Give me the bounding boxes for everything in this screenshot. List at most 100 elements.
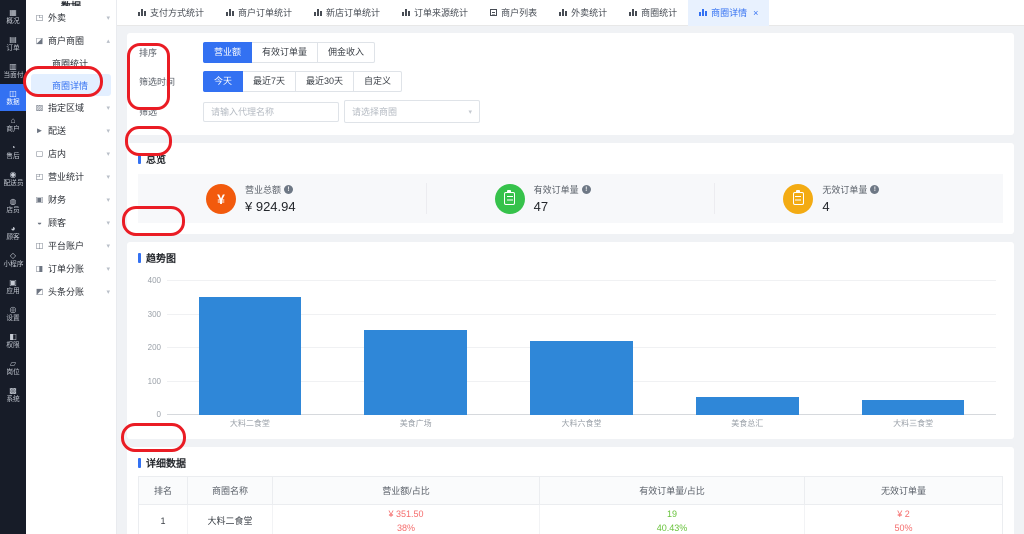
sidebar-item-label: 店内 [48, 147, 66, 160]
stat-label-text: 营业总额 [245, 183, 281, 196]
bar-4[interactable] [862, 400, 965, 415]
sidebar-item-label: 顾客 [48, 216, 66, 229]
column-header: 排名 [139, 477, 188, 505]
stat-1: 有效订单量!47 [427, 183, 716, 214]
sidebar-item-business-circle[interactable]: ◪商户商圈▴ [26, 29, 116, 52]
rail-item-settings[interactable]: ◎设置 [0, 300, 26, 327]
rail-item-customer[interactable]: ◕顾客 [0, 219, 26, 246]
time-button-group: 今天最近7天最近30天自定义 [203, 71, 402, 92]
info-icon[interactable]: ! [870, 185, 879, 194]
y-axis-tick: 300 [148, 310, 161, 319]
rail-item-clerk[interactable]: ◍店员 [0, 192, 26, 219]
sidebar-item-finance[interactable]: ▣财务▾ [26, 188, 116, 211]
clipboard-icon [495, 184, 525, 214]
info-icon[interactable]: ! [582, 185, 591, 194]
sidebar-item-business-stats[interactable]: ◰营业统计▾ [26, 165, 116, 188]
tab-pay-method-stats[interactable]: 支付方式统计 [127, 0, 215, 26]
time-option-0[interactable]: 今天 [203, 71, 243, 92]
percent-line: 50% [894, 522, 912, 534]
column-header: 营业额/占比 [273, 477, 540, 505]
rail-item-miniprogram[interactable]: ◇小程序 [0, 246, 26, 273]
rail-item-system[interactable]: ▩系统 [0, 381, 26, 408]
sidebar-subitem-circle-stats[interactable]: 商圈统计 [31, 52, 111, 74]
stat-value: 4 [822, 199, 879, 214]
rail-item-label: 小程序 [3, 261, 23, 268]
bar-slot [499, 281, 665, 415]
rail-item-orders[interactable]: ▤订单 [0, 30, 26, 57]
time-option-1[interactable]: 最近7天 [242, 71, 296, 92]
rail-item-label: 数据 [6, 99, 19, 106]
main-area: 支付方式统计商户订单统计新店订单统计订单来源统计商户列表 外卖统计商圈统计商圈详情… [117, 0, 1024, 534]
stat-value: ¥ 924.94 [245, 199, 296, 214]
customer-icon: ◕ [11, 225, 16, 233]
time-option-3[interactable]: 自定义 [353, 71, 402, 92]
rail-item-positions[interactable]: ▱岗位 [0, 354, 26, 381]
time-filter-row: 筛选时间 今天最近7天最近30天自定义 [139, 71, 1002, 92]
miniprogram-icon: ◇ [10, 252, 16, 260]
value-line: ¥ 2 [897, 508, 910, 522]
tab-takeout-stats[interactable]: 外卖统计 [548, 0, 618, 26]
title-accent-bar [138, 458, 141, 468]
sort-option-0[interactable]: 营业额 [203, 42, 252, 63]
cell-rank: 1 [139, 505, 188, 534]
tab-label: 外卖统计 [571, 6, 607, 19]
rail-item-permissions[interactable]: ◧权限 [0, 327, 26, 354]
sidebar-items: ◳外卖▾◪商户商圈▴商圈统计商圈详情▨指定区域▾►配送▾▢店内▾◰营业统计▾▣财… [26, 6, 116, 303]
sidebar-item-delivery[interactable]: ►配送▾ [26, 119, 116, 142]
tab-new-store-order-stats[interactable]: 新店订单统计 [303, 0, 391, 26]
tab-circle-stats[interactable]: 商圈统计 [618, 0, 688, 26]
data-icon: ◫ [9, 90, 17, 98]
chevron-icon: ▾ [106, 14, 110, 22]
sidebar-item-platform-account[interactable]: ◫平台账户▾ [26, 234, 116, 257]
rail-item-facepay[interactable]: ▥当面付 [0, 57, 26, 84]
rail-item-merchant[interactable]: ⌂商户 [0, 111, 26, 138]
sidebar-item-region[interactable]: ▨指定区域▾ [26, 96, 116, 119]
rail-item-courier[interactable]: ◉配送员 [0, 165, 26, 192]
info-icon[interactable]: ! [284, 185, 293, 194]
close-icon[interactable]: × [753, 8, 758, 18]
sidebar-item-instore[interactable]: ▢店内▾ [26, 142, 116, 165]
bar-1[interactable] [364, 330, 467, 415]
tab-merchant-list[interactable]: 商户列表 [479, 0, 548, 26]
rail-item-label: 售后 [6, 153, 19, 160]
sidebar-item-toutiao-split[interactable]: ◩头条分账▾ [26, 280, 116, 303]
sidebar-item-label: 营业统计 [48, 170, 84, 183]
tab-merchant-order-stats[interactable]: 商户订单统计 [215, 0, 303, 26]
clipboard-icon [783, 184, 813, 214]
trend-chart: 0100200300400 [167, 281, 996, 415]
merchant-icon: ⌂ [11, 117, 16, 125]
sidebar-item-takeout[interactable]: ◳外卖▾ [26, 6, 116, 29]
sort-option-2[interactable]: 佣金收入 [317, 42, 375, 63]
time-option-2[interactable]: 最近30天 [295, 71, 354, 92]
circle-select[interactable]: 请选择商圈 ▾ [344, 100, 480, 123]
sidebar-subitem-circle-detail[interactable]: 商圈详情 [31, 74, 111, 96]
column-header: 无效订单量 [805, 477, 1002, 505]
rail-item-label: 岗位 [6, 369, 19, 376]
positions-icon: ▱ [10, 360, 16, 368]
rail: ▦概况▤订单▥当面付◫数据⌂商户◔售后◉配送员◍店员◕顾客◇小程序▣应用◎设置◧… [0, 0, 26, 534]
x-axis-label: 美食广场 [333, 418, 499, 429]
bar-3[interactable] [696, 397, 799, 415]
rail-item-aftersale[interactable]: ◔售后 [0, 138, 26, 165]
sidebar-item-order-split[interactable]: ◨订单分账▾ [26, 257, 116, 280]
tab-order-source-stats[interactable]: 订单来源统计 [391, 0, 479, 26]
tab-circle-detail[interactable]: 商圈详情× [688, 0, 769, 26]
bar-2[interactable] [530, 341, 633, 415]
overview-title: 总览 [146, 151, 166, 166]
sidebar-item-label: 财务 [48, 193, 66, 206]
rail-item-label: 系统 [6, 396, 19, 403]
sidebar-item-customers[interactable]: ◒顾客▾ [26, 211, 116, 234]
bar-0[interactable] [199, 297, 302, 415]
cell-invalid-orders: ¥ 250% [805, 505, 1002, 534]
bar-chart-icon [226, 9, 234, 16]
agent-name-input[interactable] [203, 102, 339, 122]
trend-title: 趋势图 [146, 250, 176, 265]
title-accent-bar [138, 154, 141, 164]
sort-option-1[interactable]: 有效订单量 [251, 42, 318, 63]
rail-item-overview[interactable]: ▦概况 [0, 3, 26, 30]
rail-item-apps[interactable]: ▣应用 [0, 273, 26, 300]
stat-0: ¥营业总额!¥ 924.94 [138, 183, 427, 214]
rail-item-data[interactable]: ◫数据 [0, 84, 26, 111]
trend-section-title: 趋势图 [127, 242, 1014, 271]
business-circle-icon: ◪ [35, 36, 44, 45]
